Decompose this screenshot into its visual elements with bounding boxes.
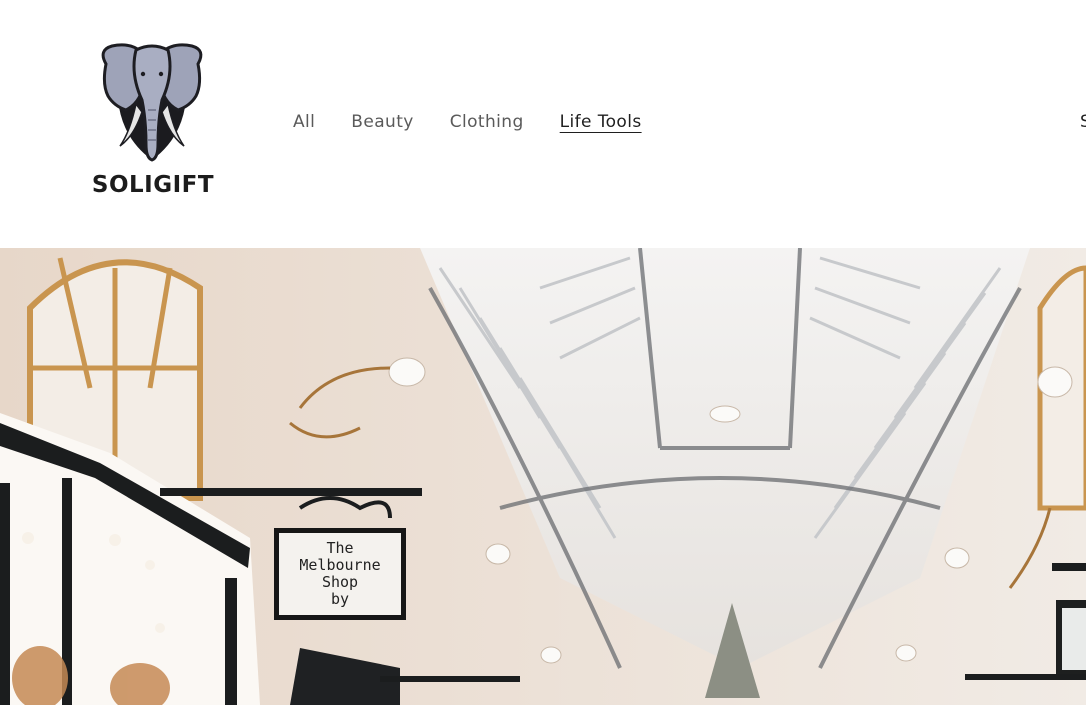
nav-item-clothing[interactable]: Clothing <box>447 110 527 134</box>
hero-banner: The Melbourne Shop by <box>0 248 1086 705</box>
nav-item-all[interactable]: All <box>290 110 318 134</box>
sign-line: Shop <box>321 573 359 591</box>
header-cutoff-link[interactable]: S <box>1080 110 1086 134</box>
main-nav: All Beauty Clothing Life Tools <box>290 110 645 134</box>
sign-line: Melbourne <box>299 556 381 574</box>
brand-logo-link[interactable]: SOLIGIFT <box>88 40 218 205</box>
brand-name: SOLIGIFT <box>91 172 215 198</box>
hero-image <box>0 248 1086 705</box>
nav-item-life-tools[interactable]: Life Tools <box>557 110 645 134</box>
sign-line: by <box>330 590 350 608</box>
hanging-shop-sign: The Melbourne Shop by <box>274 528 406 620</box>
sign-line: The <box>326 539 354 557</box>
nav-item-beauty[interactable]: Beauty <box>348 110 416 134</box>
site-header: SOLIGIFT All Beauty Clothing Life Tools … <box>0 0 1086 248</box>
elephant-shield-icon <box>101 43 203 162</box>
page: SOLIGIFT All Beauty Clothing Life Tools … <box>0 0 1086 705</box>
